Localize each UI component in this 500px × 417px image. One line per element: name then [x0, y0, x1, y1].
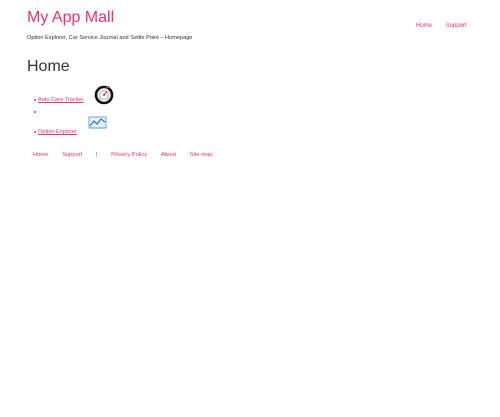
- footer-nav: Home Support | Privacy Policy About Site…: [33, 152, 225, 158]
- footer-support-link[interactable]: Support: [62, 152, 82, 158]
- app-link-auto-care-tracker[interactable]: Auto Care Tracker: [38, 97, 83, 103]
- list-item: Auto Care Tracker: [34, 85, 114, 106]
- chart-icon[interactable]: [88, 116, 108, 135]
- footer-home-link[interactable]: Home: [33, 152, 48, 158]
- footer-sitemap-link[interactable]: Site map: [190, 152, 213, 158]
- top-nav-home-link[interactable]: Home: [416, 23, 432, 29]
- page: My App Mall Option Explorer, Car Service…: [0, 0, 500, 417]
- list-item: Option Explorer: [34, 116, 107, 138]
- list-bullet: [34, 99, 36, 101]
- footer-privacy-policy-link[interactable]: Privacy Policy: [111, 152, 147, 158]
- list-bullet: [34, 111, 36, 113]
- list-bullet: [34, 131, 36, 133]
- site-description: Option Explorer, Car Service Journal and…: [27, 35, 193, 41]
- footer-separator: |: [96, 152, 98, 158]
- top-nav: Home Support: [416, 23, 479, 29]
- page-title: Home: [27, 58, 70, 75]
- site-title-link[interactable]: My App Mall: [27, 9, 114, 27]
- app-list: Auto Care Tracker Option Explorer: [34, 85, 114, 138]
- top-nav-support-link[interactable]: Support: [446, 23, 467, 29]
- car-gauge-icon[interactable]: [94, 85, 114, 110]
- app-link-option-explorer[interactable]: Option Explorer: [38, 129, 77, 135]
- list-item: [34, 106, 83, 118]
- footer-about-link[interactable]: About: [161, 152, 176, 158]
